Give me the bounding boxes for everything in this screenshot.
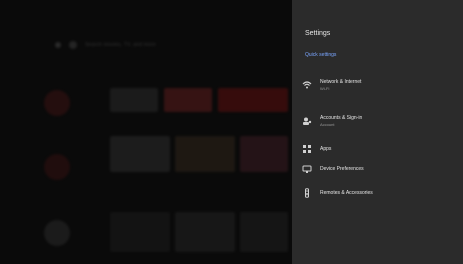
- content-tile[interactable]: [164, 88, 212, 112]
- display-icon: [302, 164, 312, 174]
- settings-item-device-preferences[interactable]: Device Preferences: [302, 158, 457, 180]
- content-tile[interactable]: [240, 136, 288, 172]
- settings-item-label: Remotes & Accessories: [320, 190, 373, 196]
- settings-item-accounts[interactable]: Accounts & Sign-in Account: [302, 110, 457, 132]
- settings-title: Settings: [305, 30, 331, 37]
- content-tile[interactable]: [175, 136, 235, 172]
- youtube-icon[interactable]: [44, 154, 70, 180]
- settings-item-network[interactable]: Network & Internet Wi-Fi: [302, 74, 457, 96]
- accounts-icon: [302, 116, 312, 126]
- settings-panel: Settings Quick settings Network & Intern…: [292, 0, 463, 264]
- mic-icon: [69, 41, 77, 49]
- app-shortcut-red-icon[interactable]: [44, 90, 70, 116]
- content-tile[interactable]: [240, 212, 288, 252]
- settings-item-remotes[interactable]: Remotes & Accessories: [302, 182, 457, 204]
- settings-item-sub: Wi-Fi: [320, 86, 330, 91]
- remote-icon: [302, 188, 312, 198]
- content-tile[interactable]: [110, 136, 170, 172]
- search-placeholder: Search movies, TV, and more: [85, 42, 156, 48]
- settings-item-label: Accounts & Sign-in: [320, 115, 363, 121]
- search-bar[interactable]: Search movies, TV, and more: [55, 38, 245, 52]
- content-tile[interactable]: [218, 88, 288, 112]
- app-shortcut-icon[interactable]: [44, 220, 70, 246]
- profile-dot-icon: [55, 42, 61, 48]
- settings-item-label: Apps: [320, 146, 332, 152]
- content-tile[interactable]: [175, 212, 235, 252]
- settings-item-label: Network & Internet: [320, 79, 362, 85]
- content-tile[interactable]: [110, 88, 158, 112]
- settings-subtitle: Quick settings: [305, 52, 337, 58]
- settings-item-apps[interactable]: Apps: [302, 138, 457, 160]
- wifi-icon: [302, 80, 312, 90]
- content-tile[interactable]: [110, 212, 170, 252]
- apps-icon: [302, 144, 312, 154]
- settings-item-sub: Account: [320, 122, 335, 127]
- tv-launcher-screen: Search movies, TV, and more Settings Qui…: [0, 0, 463, 264]
- settings-item-label: Device Preferences: [320, 166, 364, 172]
